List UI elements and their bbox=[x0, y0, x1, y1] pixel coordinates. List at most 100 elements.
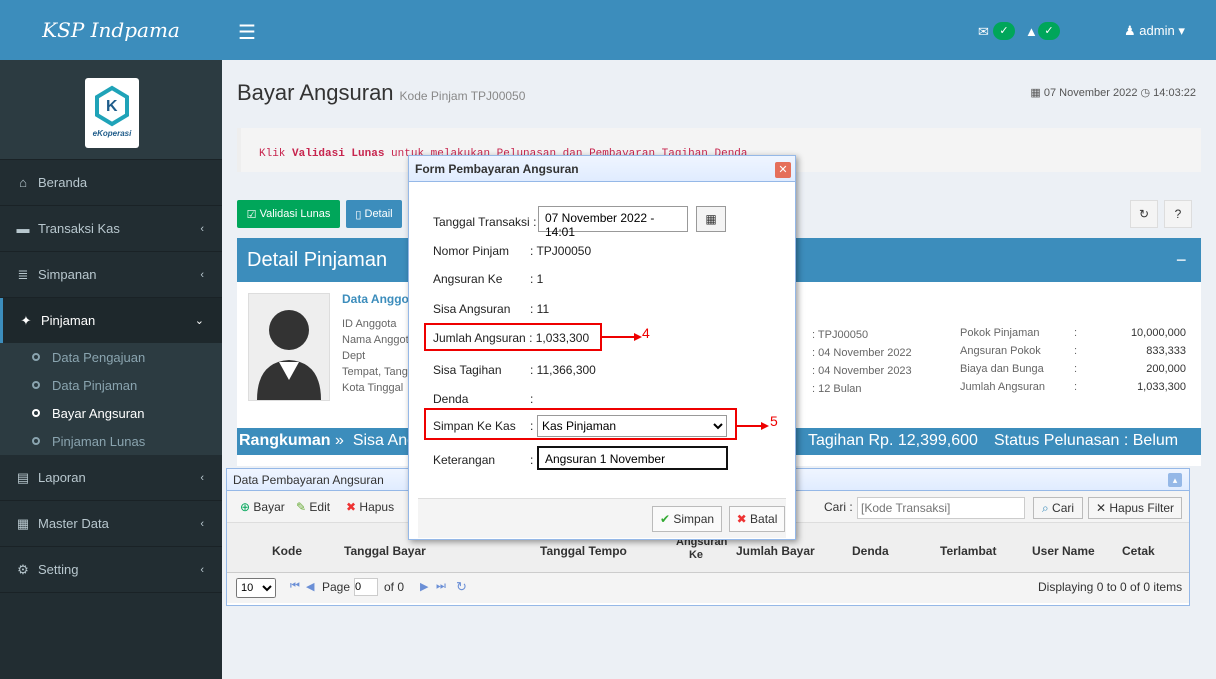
label-tanggal: Tanggal Transaksi : bbox=[433, 215, 537, 229]
nav-beranda[interactable]: ⌂ Beranda bbox=[0, 160, 222, 206]
check-badge: ✓ bbox=[1038, 22, 1060, 40]
search-input[interactable] bbox=[857, 497, 1025, 519]
user-icon: ♟ bbox=[1124, 23, 1136, 38]
value-sisa-angsuran: : 11 bbox=[530, 302, 550, 316]
x-icon: ✕ bbox=[1095, 501, 1107, 515]
page-title: Bayar Angsuran Kode Pinjam TPJ00050 bbox=[237, 80, 526, 105]
pinjaman-right-values: 10,000,000 833,333 200,000 1,033,300 bbox=[1130, 327, 1186, 393]
page-size-select[interactable]: 10 bbox=[236, 578, 276, 598]
wrench-icon: ⚙ bbox=[17, 561, 29, 577]
value-angsuran-ke: : 1 bbox=[530, 272, 544, 286]
col-user-name[interactable]: User Name bbox=[1032, 544, 1095, 558]
calendar-icon[interactable]: ▦ bbox=[696, 206, 726, 232]
pinjaman-right-labels: Pokok Pinjaman Angsuran Pokok Biaya dan … bbox=[960, 327, 1045, 393]
subnav-data-pengajuan[interactable]: Data Pengajuan bbox=[0, 343, 222, 371]
search-label: Cari : bbox=[824, 500, 853, 514]
first-page-icon[interactable]: ⏮ bbox=[290, 580, 300, 593]
brand-logo[interactable]: KSP Indpama bbox=[0, 0, 222, 60]
detail-button[interactable]: ▯ Detail bbox=[346, 200, 402, 228]
page-of-label: of 0 bbox=[384, 580, 405, 594]
summary-status: Status Pelunasan : Belum bbox=[994, 432, 1179, 449]
page-label: Page bbox=[322, 580, 351, 594]
col-terlambat[interactable]: Terlambat bbox=[940, 544, 996, 558]
label-sisa-angsuran: Sisa Angsuran bbox=[433, 302, 511, 316]
coins-icon: ≣ bbox=[17, 266, 29, 282]
value-sisa-tagihan: : 11,366,300 bbox=[530, 363, 596, 377]
chevron-left-icon: ‹ bbox=[200, 517, 204, 530]
label-keterangan: Keterangan bbox=[433, 453, 496, 467]
person-icon bbox=[257, 310, 321, 400]
batal-button[interactable]: ✖ Batal bbox=[729, 506, 785, 532]
warning-icon[interactable]: ▲ bbox=[1025, 24, 1038, 39]
mail-icon[interactable]: ✉ bbox=[978, 24, 989, 40]
logo-icon: K eKoperasi bbox=[93, 85, 132, 138]
refresh-icon[interactable]: ↻ bbox=[1130, 200, 1158, 228]
label-jumlah-angsuran: Jumlah Angsuran : 1,033,300 bbox=[433, 331, 590, 345]
subnav-data-pinjaman[interactable]: Data Pinjaman bbox=[0, 371, 222, 399]
hapus-button[interactable]: ✖ Hapus bbox=[346, 500, 394, 514]
col-tanggal-tempo[interactable]: Tanggal Tempo bbox=[540, 544, 627, 558]
modal-title: Form Pembayaran Angsuran bbox=[409, 156, 795, 182]
pencil-icon: ✎ bbox=[296, 500, 307, 514]
home-icon: ⌂ bbox=[19, 175, 27, 190]
nav-laporan[interactable]: ▤ Laporan ‹ bbox=[0, 455, 222, 501]
database-icon: ▦ bbox=[16, 515, 30, 531]
annotation-4: 4 bbox=[642, 325, 650, 341]
help-icon[interactable]: ? bbox=[1164, 200, 1192, 228]
subnav-pinjaman-lunas[interactable]: Pinjaman Lunas bbox=[0, 427, 222, 455]
circle-icon bbox=[32, 353, 40, 361]
col-cetak[interactable]: Cetak bbox=[1122, 544, 1155, 558]
collapse-icon[interactable]: − bbox=[1176, 250, 1187, 271]
hamburger-icon[interactable]: ☰ bbox=[238, 20, 256, 45]
col-tanggal-bayar[interactable]: Tanggal Bayar bbox=[344, 544, 426, 558]
label-denda: Denda bbox=[433, 392, 469, 406]
chevron-left-icon: ‹ bbox=[200, 471, 204, 484]
tanggal-input[interactable]: 07 November 2022 - 14:01 bbox=[538, 206, 688, 239]
nav-simpanan[interactable]: ≣ Simpanan ‹ bbox=[0, 252, 222, 298]
bayar-button[interactable]: ⊕ Bayar bbox=[240, 500, 285, 514]
loan-icon: ✦ bbox=[20, 312, 32, 328]
nav-transaksi-kas[interactable]: ▬ Transaksi Kas ‹ bbox=[0, 206, 222, 252]
col-jumlah-bayar[interactable]: Jumlah Bayar bbox=[736, 544, 815, 558]
nav-setting[interactable]: ⚙ Setting ‹ bbox=[0, 547, 222, 593]
nav-pinjaman[interactable]: ✦ Pinjaman ⌄ bbox=[0, 298, 222, 344]
nav-master-data[interactable]: ▦ Master Data ‹ bbox=[0, 501, 222, 547]
chevron-left-icon: ‹ bbox=[200, 268, 204, 281]
simpan-button[interactable]: ✔ Simpan bbox=[652, 506, 722, 532]
close-icon[interactable]: ✕ bbox=[775, 162, 791, 178]
grid-collapse-icon[interactable]: ▴ bbox=[1168, 473, 1182, 487]
last-page-icon[interactable]: ⏭ bbox=[436, 580, 446, 593]
kas-select[interactable]: Kas Pinjaman bbox=[537, 415, 727, 437]
user-menu[interactable]: ♟ admin ▾ bbox=[1124, 23, 1185, 39]
svg-text:K: K bbox=[106, 98, 118, 115]
validasi-lunas-button[interactable]: ☑ Validasi Lunas bbox=[237, 200, 340, 228]
col-kode[interactable]: Kode bbox=[272, 544, 302, 558]
calendar-icon: ▦ bbox=[1030, 87, 1041, 99]
check-badge: ✓ bbox=[993, 22, 1015, 40]
chevron-down-icon: ⌄ bbox=[194, 315, 204, 327]
label-nomor-pinjam: Nomor Pinjam bbox=[433, 244, 510, 258]
subnav-bayar-angsuran[interactable]: Bayar Angsuran bbox=[0, 399, 222, 427]
reload-icon[interactable]: ↻ bbox=[456, 579, 467, 595]
value-denda: : bbox=[530, 392, 534, 406]
label-angsuran-ke: Angsuran Ke bbox=[433, 272, 503, 286]
svg-text:eKoperasi: eKoperasi bbox=[93, 129, 132, 138]
edit-button[interactable]: ✎ Edit bbox=[296, 500, 330, 514]
next-page-icon[interactable]: ▶ bbox=[420, 580, 428, 593]
top-navbar bbox=[222, 0, 1216, 60]
clear-filter-button[interactable]: ✕ Hapus Filter bbox=[1088, 497, 1182, 519]
search-button[interactable]: ⌕ Cari bbox=[1033, 497, 1083, 519]
circle-icon bbox=[32, 437, 40, 445]
prev-page-icon[interactable]: ◀ bbox=[306, 580, 314, 593]
circle-icon bbox=[32, 409, 40, 417]
koperasi-logo: K eKoperasi bbox=[85, 78, 139, 148]
chevron-left-icon: ‹ bbox=[200, 222, 204, 235]
col-denda[interactable]: Denda bbox=[852, 544, 889, 558]
colon-column: :::: bbox=[1074, 327, 1078, 393]
wallet-icon: ▬ bbox=[16, 221, 30, 236]
page-input[interactable] bbox=[354, 578, 378, 596]
file-icon: ▯ bbox=[355, 208, 362, 221]
search-icon: ⌕ bbox=[1041, 501, 1049, 515]
keterangan-input[interactable]: Angsuran 1 November bbox=[537, 446, 728, 470]
annotation-arrow-icon bbox=[602, 333, 642, 341]
